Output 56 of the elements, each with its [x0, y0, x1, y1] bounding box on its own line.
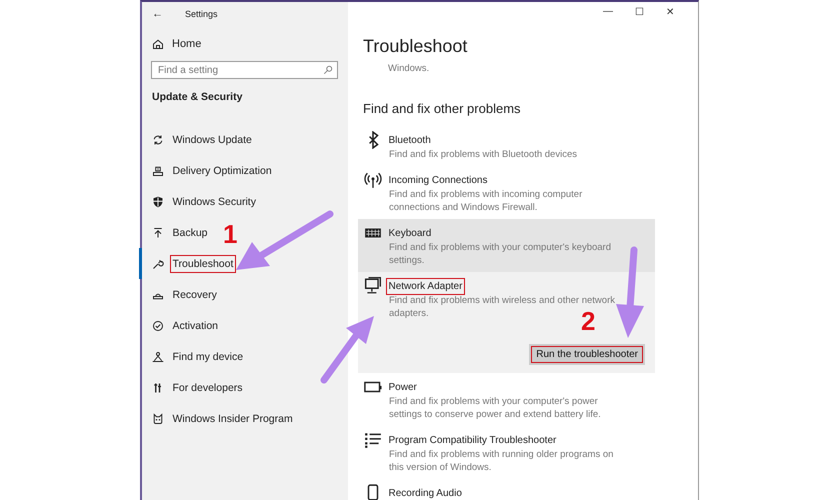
- back-button[interactable]: ←: [152, 8, 163, 20]
- tools-icon: [152, 382, 164, 394]
- nav-item[interactable]: Troubleshoot: [139, 248, 233, 279]
- page-title: Troubleshoot: [363, 36, 468, 57]
- home-link[interactable]: Home: [152, 38, 202, 50]
- person-icon: [152, 350, 164, 362]
- window-control[interactable]: ☐: [635, 6, 644, 22]
- step-number: 1: [223, 221, 238, 247]
- cat-icon: [152, 412, 164, 424]
- wrench-icon: [152, 258, 164, 270]
- item-description: Find and fix problems with running older programs on this version of Windows.: [389, 448, 614, 474]
- item-description: Find and fix problems with incoming computer connections and Windows Firewall.: [389, 188, 584, 214]
- check-circle-icon: [152, 320, 164, 332]
- troubleshooter-item[interactable]: Recording Audio: [358, 479, 655, 500]
- troubleshooter-item[interactable]: Incoming Connections Find and fix problems with incoming computer connections and Windows Firewall.: [358, 166, 655, 219]
- monitor-icon: [364, 277, 382, 295]
- window-title: Settings: [185, 9, 218, 19]
- troubleshooter-item[interactable]: Bluetooth Find and fix problems with Bluetooth devices: [358, 126, 655, 166]
- item-description: Find and fix problems with your computer's keyboard settings.: [389, 241, 612, 267]
- list-icon: [364, 431, 382, 449]
- item-description: Find and fix problems with your computer's power settings to conserve power and extend battery life.: [389, 395, 602, 421]
- shield-icon: [152, 196, 164, 208]
- refresh-icon: [152, 134, 164, 146]
- nav-item[interactable]: For developers: [139, 372, 242, 403]
- item-title: Program Compatibility Troubleshooter: [388, 434, 558, 448]
- section-heading: Find and fix other problems: [363, 101, 522, 116]
- upload-icon: [152, 226, 164, 238]
- item-title: Power: [388, 381, 418, 395]
- tray-icon: [152, 164, 164, 176]
- search-icon: [323, 65, 333, 75]
- home-icon: [152, 38, 164, 50]
- nav-item[interactable]: Find my device: [139, 341, 243, 372]
- troubleshooter-item[interactable]: Power Find and fix problems with your computer's power settings to conserve power and extend battery life.: [358, 373, 655, 426]
- nav-item[interactable]: Backup: [139, 217, 208, 248]
- nav-item[interactable]: Activation: [139, 310, 218, 341]
- intro-text: Windows.: [388, 63, 430, 74]
- troubleshooter-item[interactable]: Program Compatibility Troubleshooter Find and fix problems with running older programs on this version of Windows.: [358, 426, 655, 479]
- item-title: Keyboard: [388, 227, 432, 241]
- run-troubleshooter-button[interactable]: Run the troubleshooter: [529, 344, 645, 365]
- search-field[interactable]: Find a setting: [151, 61, 338, 79]
- nav-item[interactable]: Recovery: [139, 279, 216, 310]
- window-control[interactable]: ✕: [666, 6, 674, 22]
- window-control[interactable]: —: [603, 6, 613, 22]
- nav-item[interactable]: Windows Update: [139, 124, 252, 155]
- item-title: Recording Audio: [388, 487, 463, 500]
- item-title: Incoming Connections: [388, 174, 488, 188]
- nav-item[interactable]: Windows Insider Program: [139, 403, 292, 434]
- item-title: Bluetooth: [388, 134, 432, 148]
- arrow: [320, 316, 374, 384]
- antenna-icon: [364, 171, 382, 189]
- item-title: Network Adapter: [386, 278, 466, 295]
- item-description: Find and fix problems with Bluetooth devices: [389, 148, 578, 161]
- section-heading: Update & Security: [152, 91, 244, 103]
- troubleshooter-item[interactable]: Keyboard Find and fix problems with your computer's keyboard settings.: [358, 219, 655, 272]
- nav-item[interactable]: Delivery Optimization: [139, 155, 272, 186]
- nav-item[interactable]: Windows Security: [139, 186, 256, 217]
